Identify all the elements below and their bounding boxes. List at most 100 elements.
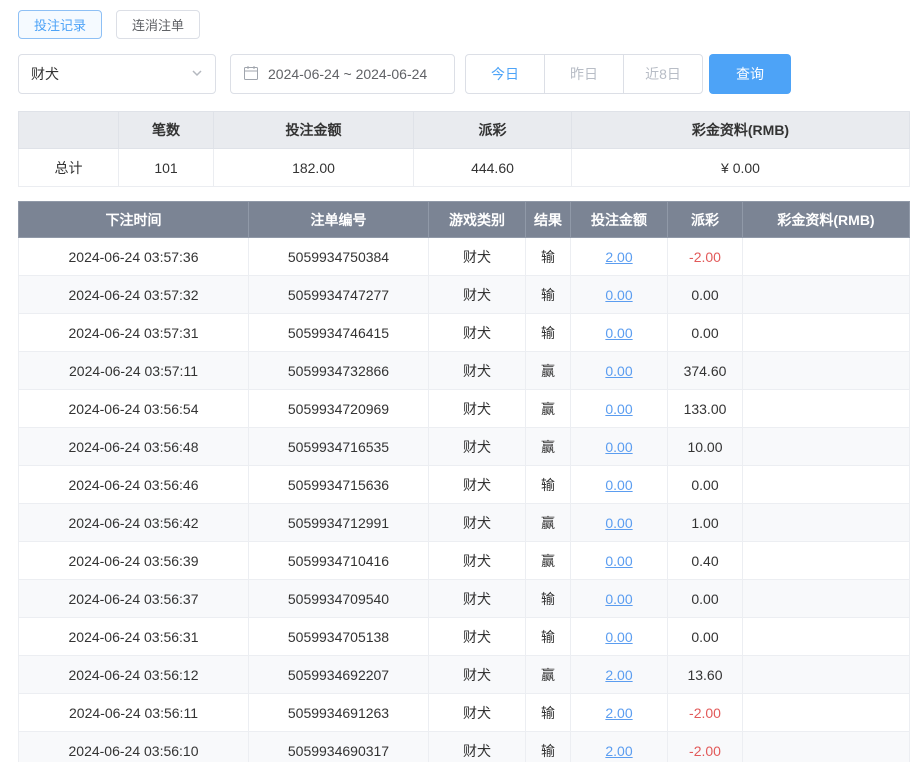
cell-bet-amount: 0.00 [571,580,668,618]
summary-header-bonus: 彩金资料(RMB) [572,112,910,149]
cell-bonus [743,618,910,656]
bet-amount-link[interactable]: 0.00 [605,553,632,569]
cell-bet-time: 2024-06-24 03:56:10 [19,732,249,762]
cell-order-id: 5059934710416 [249,542,429,580]
cell-bet-amount: 2.00 [571,694,668,732]
cell-bet-amount: 2.00 [571,656,668,694]
bet-table-body: 2024-06-24 03:57:36 5059934750384 财犬 输 2… [19,238,910,762]
cell-game-type: 财犬 [429,238,526,276]
cell-bet-amount: 0.00 [571,428,668,466]
cell-game-type: 财犬 [429,542,526,580]
cell-game-type: 财犬 [429,276,526,314]
cell-bet-amount: 0.00 [571,466,668,504]
table-row: 2024-06-24 03:56:39 5059934710416 财犬 赢 0… [19,542,910,580]
cell-game-type: 财犬 [429,618,526,656]
table-row: 2024-06-24 03:56:10 5059934690317 财犬 输 2… [19,732,910,762]
cell-bonus [743,238,910,276]
cell-payout: 0.40 [668,542,743,580]
cell-result: 输 [526,276,571,314]
top-tabs: 投注记录 连消注单 [18,10,910,39]
bet-amount-link[interactable]: 0.00 [605,477,632,493]
cell-bet-time: 2024-06-24 03:57:32 [19,276,249,314]
cell-order-id: 5059934747277 [249,276,429,314]
tab-chain-cancel-orders[interactable]: 连消注单 [116,10,200,39]
cell-result: 输 [526,580,571,618]
cell-result: 输 [526,694,571,732]
cell-payout: 374.60 [668,352,743,390]
bet-amount-link[interactable]: 2.00 [605,249,632,265]
cell-payout: 0.00 [668,314,743,352]
cell-game-type: 财犬 [429,352,526,390]
filter-bar: 财犬 2024-06-24 ~ 2024-06-24 今日 昨日 近8日 查询 [18,54,910,94]
cell-result: 赢 [526,542,571,580]
summary-header-empty [19,112,119,149]
date-range-picker[interactable]: 2024-06-24 ~ 2024-06-24 [230,54,455,94]
cell-result: 输 [526,618,571,656]
cell-bonus [743,314,910,352]
cell-game-type: 财犬 [429,314,526,352]
cell-game-type: 财犬 [429,580,526,618]
cell-bonus [743,390,910,428]
summary-total-bet-amount: 182.00 [214,149,414,187]
bet-amount-link[interactable]: 2.00 [605,743,632,759]
bet-amount-link[interactable]: 0.00 [605,325,632,341]
cell-order-id: 5059934709540 [249,580,429,618]
header-bet-amount: 投注金额 [571,202,668,238]
cell-payout: 133.00 [668,390,743,428]
bet-amount-link[interactable]: 0.00 [605,515,632,531]
cell-bonus [743,466,910,504]
cell-bonus [743,732,910,762]
bet-amount-link[interactable]: 0.00 [605,401,632,417]
cell-result: 赢 [526,352,571,390]
bet-amount-link[interactable]: 0.00 [605,363,632,379]
cell-bet-amount: 2.00 [571,238,668,276]
cell-result: 赢 [526,390,571,428]
cell-payout: 10.00 [668,428,743,466]
cell-bet-amount: 0.00 [571,618,668,656]
quick-button-last-8-days[interactable]: 近8日 [623,54,703,94]
bet-amount-link[interactable]: 0.00 [605,439,632,455]
cell-bonus [743,580,910,618]
summary-total-payout: 444.60 [414,149,572,187]
summary-header-count: 笔数 [119,112,214,149]
bet-table-header-row: 下注时间 注单编号 游戏类别 结果 投注金额 派彩 彩金资料(RMB) [19,202,910,238]
search-button[interactable]: 查询 [709,54,791,94]
cell-order-id: 5059934692207 [249,656,429,694]
cell-order-id: 5059934705138 [249,618,429,656]
cell-bet-time: 2024-06-24 03:56:54 [19,390,249,428]
tab-betting-records[interactable]: 投注记录 [18,10,102,39]
summary-total-bonus: ¥ 0.00 [572,149,910,187]
cell-bet-time: 2024-06-24 03:56:31 [19,618,249,656]
cell-payout: -2.00 [668,732,743,762]
cell-order-id: 5059934720969 [249,390,429,428]
table-row: 2024-06-24 03:56:46 5059934715636 财犬 输 0… [19,466,910,504]
cell-bet-time: 2024-06-24 03:57:11 [19,352,249,390]
cell-bet-amount: 0.00 [571,352,668,390]
table-row: 2024-06-24 03:57:32 5059934747277 财犬 输 0… [19,276,910,314]
cell-bet-time: 2024-06-24 03:56:42 [19,504,249,542]
table-row: 2024-06-24 03:56:37 5059934709540 财犬 输 0… [19,580,910,618]
cell-bonus [743,542,910,580]
header-payout: 派彩 [668,202,743,238]
bet-amount-link[interactable]: 0.00 [605,629,632,645]
summary-table: 笔数 投注金额 派彩 彩金资料(RMB) 总计 101 182.00 444.6… [18,111,910,187]
quick-button-today[interactable]: 今日 [465,54,545,94]
table-row: 2024-06-24 03:56:54 5059934720969 财犬 赢 0… [19,390,910,428]
cell-order-id: 5059934712991 [249,504,429,542]
cell-game-type: 财犬 [429,466,526,504]
cell-bonus [743,428,910,466]
cell-bet-time: 2024-06-24 03:56:11 [19,694,249,732]
betting-records-page: 投注记录 连消注单 财犬 2024-06-24 ~ 2024-06-24 今日 [0,0,919,762]
cell-bet-amount: 2.00 [571,732,668,762]
game-select-value: 财犬 [31,64,59,84]
table-row: 2024-06-24 03:56:31 5059934705138 财犬 输 0… [19,618,910,656]
cell-result: 赢 [526,428,571,466]
bet-amount-link[interactable]: 0.00 [605,287,632,303]
cell-game-type: 财犬 [429,428,526,466]
bet-amount-link[interactable]: 2.00 [605,705,632,721]
bet-amount-link[interactable]: 2.00 [605,667,632,683]
quick-button-yesterday[interactable]: 昨日 [544,54,624,94]
game-select[interactable]: 财犬 [18,54,216,94]
bet-amount-link[interactable]: 0.00 [605,591,632,607]
cell-bet-time: 2024-06-24 03:56:37 [19,580,249,618]
